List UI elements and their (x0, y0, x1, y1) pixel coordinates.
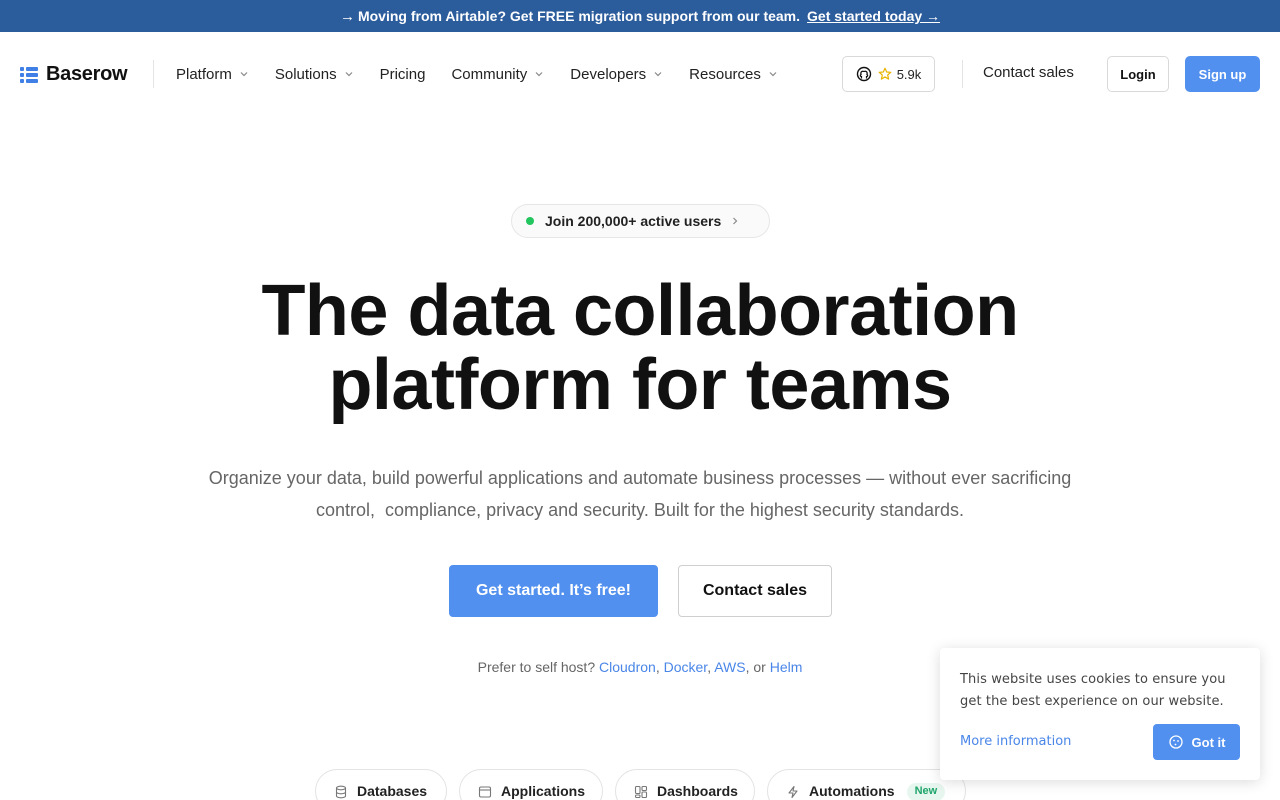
tab-label: Applications (501, 783, 586, 799)
nav-item-resources[interactable]: Resources (689, 64, 778, 84)
nav-item-pricing[interactable]: Pricing (380, 64, 426, 84)
arrow-right-icon: → (339, 7, 355, 25)
nav-item-developers[interactable]: Developers (570, 64, 663, 84)
cookie-banner: This website uses cookies to ensure you … (940, 648, 1260, 780)
pill-text: Join 200,000+ active users (545, 213, 722, 229)
separator: , (707, 659, 712, 675)
status-dot (526, 217, 534, 225)
tab-applications[interactable]: Applications (459, 769, 603, 800)
cookie-more-info-link[interactable]: More information (960, 734, 1071, 749)
aws-link[interactable]: AWS (714, 659, 745, 675)
separator: , or (745, 659, 766, 675)
hero-subtitle: Organize your data, build powerful appli… (180, 462, 1100, 526)
header-contact-sales-link[interactable]: Contact sales (983, 64, 1074, 81)
new-badge: New (906, 783, 946, 800)
cookie-accept-label: Got it (1191, 734, 1226, 750)
announcement-cta-link[interactable]: Get started today → (807, 8, 940, 24)
chevron-down-icon (768, 69, 778, 79)
window-icon (478, 785, 492, 799)
cookie-accept-button[interactable]: Got it (1153, 724, 1240, 760)
tab-label: Databases (357, 783, 428, 799)
feature-tabs: Databases Applications Dashboards Automa… (315, 769, 978, 800)
docker-link[interactable]: Docker (664, 659, 708, 675)
divider (153, 60, 154, 88)
tab-databases[interactable]: Databases (315, 769, 447, 800)
logo-text: Baserow (46, 63, 128, 85)
tab-automations[interactable]: Automations New (767, 769, 966, 800)
nav-item-community[interactable]: Community (451, 64, 544, 84)
nav-item-platform[interactable]: Platform (176, 64, 249, 84)
signup-button[interactable]: Sign up (1185, 56, 1260, 92)
chevron-down-icon (534, 69, 544, 79)
main-nav: Platform Solutions Pricing Community Dev… (176, 64, 804, 84)
hero-title-line: The data collaboration (261, 271, 1019, 351)
helm-link[interactable]: Helm (770, 659, 803, 675)
get-started-button[interactable]: Get started. It’s free! (449, 565, 658, 617)
nav-label: Community (451, 65, 528, 83)
chevron-down-icon (344, 69, 354, 79)
hero-subtitle-line: control, compliance, privacy and securit… (316, 500, 964, 520)
cookie-text: This website uses cookies to ensure you … (960, 672, 1226, 709)
nav-item-solutions[interactable]: Solutions (275, 64, 354, 84)
nav-label: Platform (176, 65, 232, 83)
site-header: Baserow Platform Solutions Pricing Commu… (0, 32, 1280, 116)
tab-label: Automations (809, 783, 895, 799)
lightning-icon (786, 785, 800, 799)
nav-label: Developers (570, 65, 647, 83)
announcement-bar: → Moving from Airtable? Get FREE migrati… (0, 0, 1280, 32)
star-icon (878, 67, 892, 81)
chevron-down-icon (239, 69, 249, 79)
hero-title-line: platform for teams (328, 345, 952, 425)
nav-label: Resources (689, 65, 761, 83)
hero-title: The data collaboration platform for team… (0, 274, 1280, 422)
nav-label: Pricing (379, 65, 426, 83)
database-icon (334, 785, 348, 799)
active-users-pill[interactable]: Join 200,000+ active users (511, 204, 770, 238)
chevron-right-icon (731, 216, 739, 226)
baserow-logo-icon (20, 66, 38, 84)
login-button[interactable]: Login (1107, 56, 1169, 92)
announcement-text: Moving from Airtable? Get FREE migration… (357, 8, 801, 24)
hero-subtitle-line: Organize your data, build powerful appli… (208, 468, 1072, 488)
nav-label: Solutions (274, 65, 337, 83)
github-star-count: 5.9k (896, 66, 922, 82)
github-icon (856, 66, 872, 82)
tab-dashboards[interactable]: Dashboards (615, 769, 755, 800)
github-stars-button[interactable]: 5.9k (842, 56, 935, 92)
self-host-prefix: Prefer to self host? (477, 659, 596, 675)
cloudron-link[interactable]: Cloudron (599, 659, 656, 675)
cookie-icon (1168, 734, 1184, 750)
hero-contact-sales-button[interactable]: Contact sales (678, 565, 832, 617)
dashboard-icon (634, 785, 648, 799)
divider (962, 60, 963, 88)
tab-label: Dashboards (657, 783, 738, 799)
separator: , (655, 659, 660, 675)
logo[interactable]: Baserow (20, 63, 128, 86)
chevron-down-icon (653, 69, 663, 79)
